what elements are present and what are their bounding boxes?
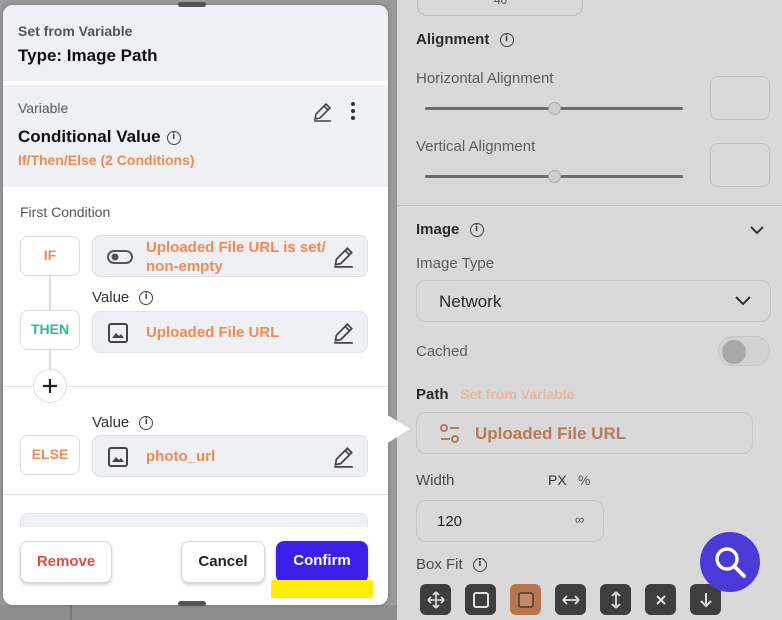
image-section-title: Image i [416, 221, 484, 238]
vertical-alignment-slider[interactable] [425, 170, 683, 183]
first-condition-label: First Condition [20, 204, 111, 220]
info-icon: i [472, 558, 487, 573]
info-icon[interactable]: i [139, 291, 154, 306]
horizontal-alignment-slider[interactable] [425, 102, 683, 115]
info-icon: i [499, 33, 514, 48]
dialog-title: Type: Image Path [18, 46, 158, 65]
info-icon[interactable]: i [166, 130, 181, 145]
top-number-value: 40 [494, 0, 508, 7]
box-fit-fill-icon[interactable] [510, 584, 541, 615]
slider-thumb[interactable] [548, 170, 561, 183]
vertical-alignment-label: Vertical Alignment [416, 138, 536, 155]
then-value-label: Value i [92, 289, 154, 306]
cached-toggle[interactable] [718, 336, 770, 366]
cancel-button[interactable]: Cancel [181, 541, 265, 583]
box-fit-none-icon[interactable] [645, 584, 676, 615]
width-unit-px[interactable]: PX [548, 472, 567, 488]
horizontal-alignment-label: Horizontal Alignment [416, 70, 554, 87]
pencil-icon[interactable] [311, 101, 333, 123]
info-icon[interactable]: i [139, 416, 154, 431]
dialog-header: Set from Variable Type: Image Path [3, 5, 388, 81]
variable-icon [440, 424, 459, 443]
width-max-button[interactable]: ∞ [575, 512, 584, 527]
width-value: 120 [437, 513, 463, 530]
image-type-dropdown[interactable]: Network [416, 280, 771, 322]
slider-thumb[interactable] [548, 102, 561, 115]
search-icon [715, 547, 746, 578]
top-number-input[interactable]: 40 [417, 0, 583, 16]
set-from-variable-dialog: Set from Variable Type: Image Path Varia… [3, 5, 388, 605]
vertical-alignment-preview[interactable] [710, 143, 770, 187]
search-fab[interactable] [700, 532, 760, 592]
connector-line [49, 275, 51, 311]
chevron-down-icon[interactable] [749, 224, 765, 236]
image-icon [108, 447, 128, 467]
then-tag: THEN [20, 310, 80, 350]
width-input[interactable]: 120 ∞ [416, 500, 604, 542]
box-fit-options [420, 584, 721, 615]
then-value: Uploaded File URL [146, 324, 280, 341]
if-condition-line2: non-empty [146, 258, 223, 275]
width-label: Width [416, 472, 455, 489]
else-tag: ELSE [20, 435, 80, 475]
info-icon: i [469, 223, 484, 238]
box-fit-width-icon[interactable] [555, 584, 586, 615]
horizontal-alignment-preview[interactable] [710, 76, 770, 120]
variable-label: Variable [18, 100, 69, 116]
pencil-icon[interactable] [331, 245, 355, 269]
dialog-subtitle: Set from Variable [18, 23, 133, 39]
confirm-button[interactable]: Confirm [276, 541, 368, 583]
image-type-label: Image Type [416, 255, 495, 272]
if-condition-line1: Uploaded File URL is set/ [146, 239, 326, 256]
drag-handle[interactable] [178, 601, 206, 606]
width-unit-percent[interactable]: % [578, 472, 590, 488]
path-variable-field[interactable]: Uploaded File URL [416, 412, 753, 454]
variable-section: Variable Conditional Value i If/Then/Else… [3, 85, 388, 187]
else-value: photo_url [146, 448, 216, 465]
path-value: Uploaded File URL [475, 424, 627, 443]
canvas-strip [0, 605, 397, 620]
divider [3, 494, 388, 495]
image-type-value: Network [439, 292, 502, 311]
if-tag: IF [20, 236, 80, 276]
chevron-down-icon [735, 296, 751, 306]
box-fit-label: Box Fit i [416, 556, 487, 573]
alignment-section-title: Alignment i [416, 31, 514, 48]
add-condition-button[interactable] [33, 369, 67, 403]
drag-handle[interactable] [178, 2, 206, 7]
divider [70, 605, 72, 620]
connector-line [49, 350, 51, 370]
pencil-icon[interactable] [331, 321, 355, 345]
if-condition-field[interactable]: Uploaded File URL is set/ non-empty [92, 235, 368, 277]
image-icon [108, 323, 128, 343]
cached-label: Cached [416, 343, 468, 360]
box-fit-height-icon[interactable] [600, 584, 631, 615]
plus-icon [43, 379, 57, 393]
divider [397, 205, 782, 206]
box-fit-contain-icon[interactable] [420, 584, 451, 615]
collapsed-section [20, 513, 368, 527]
remove-button[interactable]: Remove [20, 541, 112, 583]
highlight-mark [271, 580, 373, 598]
else-value-label: Value i [92, 414, 154, 431]
variable-value: Conditional Value i [18, 127, 181, 147]
box-fit-cover-icon[interactable] [465, 584, 496, 615]
then-value-field[interactable]: Uploaded File URL [92, 311, 368, 353]
else-value-field[interactable]: photo_url [92, 435, 368, 477]
condition-summary: If/Then/Else (2 Conditions) [18, 152, 195, 168]
dialog-pointer [386, 414, 410, 444]
more-vertical-icon[interactable] [349, 101, 357, 121]
pencil-icon[interactable] [331, 445, 355, 469]
path-hint: Set from Variable [460, 386, 575, 402]
toggle-icon [107, 250, 133, 264]
properties-panel: 40 Alignment i Horizontal Alignment Vert… [397, 0, 782, 620]
path-label: Path [416, 386, 449, 403]
